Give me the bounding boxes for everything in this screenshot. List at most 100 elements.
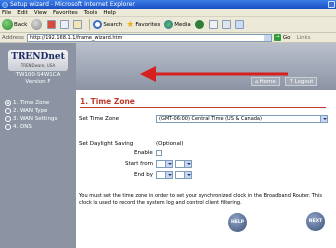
ie-logo-icon: [2, 1, 8, 8]
window-title-bar: Setup wizard - Microsoft Internet Explor…: [0, 0, 336, 9]
step-wan-type[interactable]: 2. WAN Type: [5, 107, 75, 115]
media-label: Media: [174, 21, 191, 28]
logout-icon: ↑: [289, 78, 294, 85]
search-label: Search: [103, 21, 123, 28]
end-day-select[interactable]: [175, 171, 192, 179]
step-label: 3. WAN Settings: [13, 116, 58, 122]
chevron-down-icon: [184, 161, 191, 167]
menu-favorites[interactable]: Favorites: [53, 10, 78, 16]
refresh-button[interactable]: [60, 20, 70, 29]
home-icon: [73, 20, 83, 29]
history-icon: [194, 20, 204, 29]
time-zone-note: You must set the time zone in order to s…: [79, 193, 322, 206]
address-bar: Address http://192.168.1.1/frame_wizard.…: [0, 33, 336, 43]
menu-file[interactable]: File: [2, 10, 11, 16]
stop-icon: [47, 20, 57, 29]
step-dns[interactable]: 4. DNS: [5, 123, 75, 131]
start-day-select[interactable]: [175, 160, 192, 168]
minimize-button[interactable]: [328, 1, 335, 8]
stop-button[interactable]: [47, 20, 57, 29]
brand-logo-subtitle: TRENDware, USA: [20, 63, 56, 68]
back-label: Back: [14, 21, 28, 28]
back-button[interactable]: Back: [2, 19, 27, 30]
start-month-select[interactable]: [156, 160, 173, 168]
go-arrow-icon[interactable]: →: [273, 34, 281, 41]
brand-logo: TRENDnet: [11, 52, 65, 62]
home-nav-button[interactable]: ⌂ Home: [251, 77, 280, 86]
content-header: ⌂ Home ↑ Logout: [76, 43, 336, 90]
media-icon: [164, 20, 174, 29]
model-version: Version F: [25, 79, 51, 85]
menu-help[interactable]: Help: [103, 10, 116, 16]
help-button[interactable]: HELP: [228, 213, 247, 232]
daylight-enable-checkbox[interactable]: [156, 150, 162, 156]
step-label: 4. DNS: [13, 124, 32, 130]
step-radio-icon: [5, 124, 11, 130]
optional-note: (Optional): [156, 141, 184, 147]
favorites-label: Favorites: [135, 21, 161, 28]
forward-button[interactable]: [31, 19, 43, 30]
menu-view[interactable]: View: [34, 10, 47, 16]
main-panel: 1. Time Zone Set Time Zone (GMT-06:00) C…: [76, 90, 336, 248]
toolbar-separator: [89, 19, 91, 30]
address-dropdown-icon[interactable]: [263, 34, 271, 41]
step-time-zone[interactable]: 1. Time Zone: [5, 99, 75, 107]
menu-edit[interactable]: Edit: [17, 10, 28, 16]
favorites-button[interactable]: ★ Favorites: [126, 20, 160, 30]
chevron-down-icon: [320, 116, 327, 122]
refresh-icon: [60, 20, 70, 29]
enable-label: Enable: [134, 150, 153, 156]
wizard-sidebar: TRENDnet TRENDware, USA TW100-S4W1CA Ver…: [0, 43, 76, 248]
chevron-down-icon: [184, 172, 191, 178]
favorites-star-icon: ★: [126, 19, 135, 30]
home-nav-label: Home: [259, 78, 276, 85]
back-arrow-icon: [2, 19, 13, 30]
menu-bar: File Edit View Favorites Tools Help: [0, 9, 336, 17]
address-url: http://192.168.1.1/frame_wizard.htm: [29, 34, 123, 41]
menu-tools[interactable]: Tools: [84, 10, 98, 16]
print-icon: [221, 20, 231, 29]
model-name: TW100-S4W1CA: [15, 72, 61, 78]
logout-button[interactable]: ↑ Logout: [285, 77, 318, 86]
address-label: Address: [2, 34, 24, 41]
step-label: 1. Time Zone: [13, 100, 50, 106]
start-from-label: Start from: [125, 161, 153, 167]
time-zone-label: Set Time Zone: [79, 116, 119, 122]
print-button[interactable]: [221, 20, 231, 29]
toolbar: Back Search ★ Favorites Media: [0, 17, 336, 33]
edit-icon: [234, 20, 244, 29]
step-radio-icon: [5, 116, 11, 122]
time-zone-select[interactable]: (GMT-06:00) Central Time (US & Canada): [156, 115, 328, 123]
media-button[interactable]: Media: [164, 20, 191, 29]
address-input[interactable]: http://192.168.1.1/frame_wizard.htm: [26, 33, 272, 42]
links-label[interactable]: Links: [297, 35, 311, 41]
mail-icon: [208, 20, 218, 29]
forward-arrow-icon: [31, 19, 43, 30]
next-button[interactable]: NEXT: [306, 212, 325, 231]
home-nav-icon: ⌂: [255, 78, 259, 85]
search-button[interactable]: Search: [93, 20, 122, 29]
window-title: Setup wizard - Microsoft Internet Explor…: [10, 1, 135, 8]
step-radio-icon: [5, 108, 11, 114]
chevron-down-icon: [165, 161, 172, 167]
model-info: TW100-S4W1CA Version F: [0, 72, 76, 86]
home-toolbar-button[interactable]: [73, 20, 83, 29]
wizard-steps: 1. Time Zone 2. WAN Type 3. WAN Settings…: [5, 99, 75, 131]
step-label: 2. WAN Type: [13, 108, 48, 114]
page-title: 1. Time Zone: [80, 97, 135, 106]
step-radio-icon: [5, 100, 11, 106]
history-button[interactable]: [194, 20, 205, 29]
mail-button[interactable]: [208, 20, 218, 29]
title-divider: [80, 107, 326, 108]
logout-label: Logout: [294, 78, 314, 85]
end-month-select[interactable]: [156, 171, 173, 179]
daylight-saving-label: Set Daylight Saving: [79, 141, 134, 147]
time-zone-value: (GMT-06:00) Central Time (US & Canada): [159, 116, 262, 122]
step-wan-settings[interactable]: 3. WAN Settings: [5, 115, 75, 123]
chevron-down-icon: [165, 172, 172, 178]
go-label[interactable]: Go: [283, 35, 291, 41]
brand-logo-box: TRENDnet TRENDware, USA: [8, 50, 68, 71]
search-icon: [93, 20, 103, 29]
end-by-label: End by: [134, 172, 153, 178]
edit-button[interactable]: [234, 20, 244, 29]
